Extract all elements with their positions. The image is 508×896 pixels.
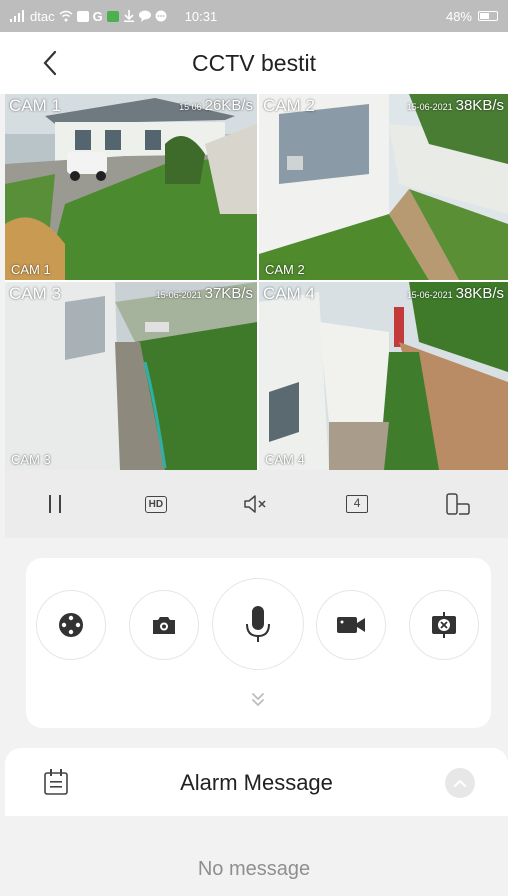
camera-grid: CAM 1 15 06 26KB/s CAM 1 CAM 2 15-06-2021… — [5, 94, 508, 470]
hd-icon: HD — [144, 495, 168, 513]
talk-button[interactable] — [212, 578, 304, 670]
alarm-section: Alarm Message — [5, 748, 508, 816]
screen-rotate-icon — [445, 493, 470, 515]
camera-tile-2[interactable]: CAM 2 15-06-2021 38KB/s CAM 2 — [259, 94, 508, 280]
close-all-button[interactable] — [409, 590, 479, 660]
camera-rate: 15-06-2021 38KB/s — [407, 97, 504, 114]
download-icon — [123, 10, 134, 22]
camera-rate: 15-06-2021 37KB/s — [156, 285, 253, 302]
close-all-icon — [432, 612, 456, 638]
camera-rate-value: 38KB/s — [455, 285, 504, 302]
control-panel — [26, 558, 491, 728]
battery-percent: 48% — [445, 8, 472, 24]
app-header: CCTV bestit — [0, 32, 508, 94]
ptz-button[interactable] — [36, 590, 106, 660]
camera-osd-label: CAM 4 — [265, 452, 305, 467]
wifi-icon — [59, 10, 73, 22]
camera-feed-4 — [259, 282, 508, 470]
camera-feed-1 — [5, 94, 257, 280]
mute-button[interactable] — [234, 482, 278, 526]
playback-toolbar: HD 4 — [5, 470, 508, 538]
camera-osd-label: CAM 3 — [11, 452, 51, 467]
split-screen-button[interactable]: 4 — [335, 482, 379, 526]
message-icon — [155, 10, 167, 22]
hd-button[interactable]: HD — [134, 482, 178, 526]
camera-date: 15-06-2021 — [155, 290, 202, 300]
camera-tile-3[interactable]: CAM 3 15-06-2021 37KB/s CAM 3 — [5, 282, 257, 470]
camera-rate-value: 37KB/s — [204, 285, 253, 302]
camera-label: CAM 2 — [263, 96, 315, 115]
camera-label: CAM 1 — [9, 96, 61, 115]
microphone-icon — [246, 606, 270, 642]
speaker-muted-icon — [244, 495, 267, 513]
gallery-icon — [76, 10, 89, 22]
chevron-up-icon — [454, 779, 466, 787]
battery-icon — [478, 11, 498, 21]
carrier-name: dtac — [30, 8, 55, 24]
alarm-collapse-button[interactable] — [445, 768, 475, 798]
alarm-empty-state: No message — [197, 858, 311, 880]
app-notification-icon — [106, 10, 119, 22]
expand-controls-button[interactable] — [248, 690, 268, 710]
camera-rate: 15 06 26KB/s — [179, 97, 253, 114]
camera-label: CAM 3 — [9, 284, 61, 303]
snapshot-button[interactable] — [129, 590, 199, 660]
camera-date: 15-06-2021 — [406, 102, 453, 112]
camera-osd-label: CAM 2 — [265, 262, 305, 277]
camera-icon — [153, 617, 175, 634]
ptz-joystick-icon — [59, 613, 83, 637]
pause-icon — [49, 495, 62, 513]
status-bar: dtac G 10:31 48% — [0, 0, 508, 32]
battery-level — [480, 13, 489, 19]
double-chevron-down-icon — [252, 693, 264, 707]
camera-date: 15-06-2021 — [406, 290, 453, 300]
camera-tile-1[interactable]: CAM 1 15 06 26KB/s CAM 1 — [5, 94, 257, 280]
camera-tile-4[interactable]: CAM 4 15-06-2021 38KB/s CAM 4 — [259, 282, 508, 470]
camera-feed-3 — [5, 282, 257, 470]
camera-rate: 15-06-2021 38KB/s — [407, 285, 504, 302]
alarm-title: Alarm Message — [180, 770, 333, 795]
signal-icon — [10, 10, 24, 22]
record-button[interactable] — [316, 590, 386, 660]
video-record-icon — [337, 617, 365, 633]
camera-rate-value: 38KB/s — [455, 97, 504, 114]
g-network-icon: G — [92, 8, 103, 24]
camera-date: 15 06 — [179, 102, 202, 112]
camera-label: CAM 4 — [263, 284, 315, 303]
page-title: CCTV bestit — [192, 50, 316, 76]
rotate-screen-button[interactable] — [436, 482, 480, 526]
chat-icon — [138, 10, 151, 22]
pause-button[interactable] — [33, 482, 77, 526]
split-count-icon: 4 — [346, 495, 369, 513]
camera-rate-value: 26KB/s — [204, 97, 253, 114]
status-time: 10:31 — [184, 8, 218, 24]
camera-osd-label: CAM 1 — [11, 262, 51, 277]
camera-feed-2 — [259, 94, 508, 280]
